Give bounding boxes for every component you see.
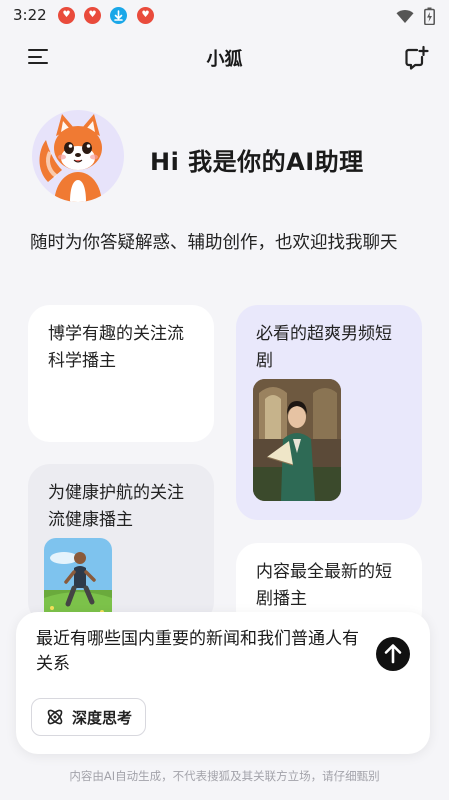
suggestion-text: 博学有趣的关注流科学播主 — [48, 324, 184, 371]
suggestion-text: 必看的超爽男频短剧 — [256, 324, 392, 371]
new-chat-icon[interactable] — [403, 45, 429, 71]
send-button[interactable] — [376, 637, 410, 671]
suggestion-card-science[interactable]: 博学有趣的关注流科学播主 — [28, 305, 214, 442]
suggestion-text: 内容最全最新的短剧播主 — [256, 562, 392, 609]
arrow-up-icon — [384, 644, 402, 664]
status-time: 3:22 — [13, 6, 47, 24]
deep-think-button[interactable]: 深度思考 — [31, 698, 147, 736]
greeting-heading: Hi 我是你的AI助理 — [150, 148, 364, 176]
suggestion-card-drama[interactable]: 必看的超爽男频短剧 — [236, 305, 422, 520]
battery-icon — [424, 7, 435, 25]
message-input[interactable]: 最近有哪些国内重要的新闻和我们普通人有关系 — [36, 627, 366, 677]
intro-text: 随时为你答疑解惑、辅助创作，也欢迎找我聊天 — [30, 233, 398, 253]
fox-app-notification-icon: ♥ — [137, 7, 154, 24]
fox-app-notification-icon: ♥ — [84, 7, 101, 24]
atom-icon — [47, 709, 63, 725]
page-title: 小狐 — [206, 49, 243, 70]
fox-app-notification-icon: ♥ — [58, 7, 75, 24]
suggestion-text: 为健康护航的关注流健康播主 — [48, 483, 184, 530]
fox-mascot-avatar — [32, 110, 124, 202]
deep-think-label: 深度思考 — [72, 708, 133, 727]
chat-composer: 最近有哪些国内重要的新闻和我们普通人有关系 深度思考 — [16, 612, 430, 754]
app-bar: 小狐 — [0, 40, 449, 76]
wifi-icon — [396, 9, 414, 23]
download-notification-icon — [110, 7, 127, 24]
suggestion-card-health[interactable]: 为健康护航的关注流健康播主 — [28, 464, 214, 624]
status-bar: 3:22 ♥ ♥ ♥ — [0, 0, 449, 32]
ai-disclaimer: 内容由AI自动生成，不代表搜狐及其关联方立场，请仔细甄别 — [69, 769, 380, 783]
drama-poster-image — [253, 379, 341, 501]
